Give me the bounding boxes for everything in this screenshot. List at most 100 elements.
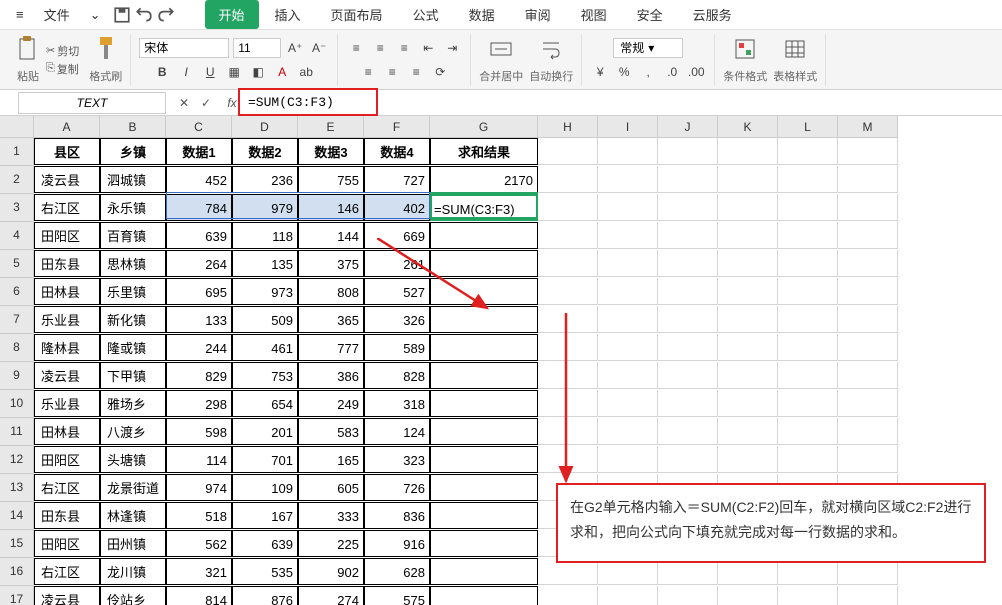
table-row[interactable]: 118 bbox=[232, 222, 298, 249]
table-row[interactable]: 386 bbox=[298, 362, 364, 389]
cell[interactable] bbox=[658, 418, 718, 445]
merge-center-icon[interactable] bbox=[489, 35, 513, 63]
cell[interactable] bbox=[598, 586, 658, 605]
cell[interactable] bbox=[718, 166, 778, 193]
row-header[interactable]: 3 bbox=[0, 194, 34, 222]
table-row[interactable]: 田阳区 bbox=[34, 446, 100, 473]
table-row[interactable]: 124 bbox=[364, 418, 430, 445]
table-row[interactable] bbox=[430, 334, 538, 361]
table-row[interactable]: 八渡乡 bbox=[100, 418, 166, 445]
chevron-down-icon[interactable]: ⌄ bbox=[82, 3, 109, 27]
cell[interactable] bbox=[838, 194, 898, 221]
table-row[interactable]: 头塘镇 bbox=[100, 446, 166, 473]
number-format-select[interactable]: 常规▾ bbox=[613, 38, 683, 58]
table-row[interactable]: 2170 bbox=[430, 166, 538, 193]
table-row[interactable]: 田东县 bbox=[34, 250, 100, 277]
row-header[interactable]: 16 bbox=[0, 558, 34, 586]
cell[interactable] bbox=[598, 222, 658, 249]
table-row[interactable]: 乐业县 bbox=[34, 306, 100, 333]
cell[interactable] bbox=[598, 138, 658, 165]
cell[interactable] bbox=[658, 446, 718, 473]
column-header[interactable]: L bbox=[778, 116, 838, 138]
table-row[interactable]: 133 bbox=[166, 306, 232, 333]
table-row[interactable]: 凌云县 bbox=[34, 362, 100, 389]
copy-button[interactable]: ⎘复制 bbox=[46, 61, 79, 77]
table-row[interactable]: 979 bbox=[232, 194, 298, 221]
cell[interactable] bbox=[538, 250, 598, 277]
table-row[interactable]: 527 bbox=[364, 278, 430, 305]
table-row[interactable]: 永乐镇 bbox=[100, 194, 166, 221]
table-row[interactable]: 535 bbox=[232, 558, 298, 585]
table-row[interactable]: 百育镇 bbox=[100, 222, 166, 249]
column-header[interactable]: B bbox=[100, 116, 166, 138]
auto-wrap-icon[interactable] bbox=[539, 35, 563, 63]
table-row[interactable]: 乐里镇 bbox=[100, 278, 166, 305]
table-row[interactable]: 201 bbox=[232, 418, 298, 445]
table-row[interactable]: 575 bbox=[364, 586, 430, 605]
border-button[interactable]: ▦ bbox=[224, 62, 244, 82]
cell[interactable] bbox=[778, 334, 838, 361]
table-row[interactable]: 244 bbox=[166, 334, 232, 361]
cell[interactable] bbox=[778, 166, 838, 193]
table-row[interactable]: 隆或镇 bbox=[100, 334, 166, 361]
table-row[interactable]: 654 bbox=[232, 390, 298, 417]
cell[interactable] bbox=[658, 250, 718, 277]
align-right-icon[interactable]: ≡ bbox=[406, 62, 426, 82]
fx-icon[interactable]: fx bbox=[222, 93, 242, 113]
cell[interactable] bbox=[838, 586, 898, 605]
table-header[interactable]: 数据1 bbox=[166, 138, 232, 165]
ribbon-tab-8[interactable]: 云服务 bbox=[679, 0, 746, 29]
column-header[interactable]: C bbox=[166, 116, 232, 138]
column-header[interactable]: H bbox=[538, 116, 598, 138]
table-row[interactable]: 669 bbox=[364, 222, 430, 249]
table-row[interactable]: 808 bbox=[298, 278, 364, 305]
table-header[interactable]: 数据3 bbox=[298, 138, 364, 165]
bold-button[interactable]: B bbox=[152, 62, 172, 82]
table-row[interactable]: 龙川镇 bbox=[100, 558, 166, 585]
cell[interactable] bbox=[718, 334, 778, 361]
table-row[interactable] bbox=[430, 278, 538, 305]
cell[interactable] bbox=[838, 418, 898, 445]
table-row[interactable]: 726 bbox=[364, 474, 430, 501]
cell[interactable] bbox=[538, 334, 598, 361]
table-header[interactable]: 乡镇 bbox=[100, 138, 166, 165]
cell[interactable] bbox=[778, 194, 838, 221]
table-row[interactable]: 274 bbox=[298, 586, 364, 605]
table-row[interactable]: 新化镇 bbox=[100, 306, 166, 333]
table-row[interactable]: 林逢镇 bbox=[100, 502, 166, 529]
cell[interactable] bbox=[538, 138, 598, 165]
table-row[interactable] bbox=[430, 390, 538, 417]
column-header[interactable]: G bbox=[430, 116, 538, 138]
cell[interactable] bbox=[838, 362, 898, 389]
cell[interactable] bbox=[598, 418, 658, 445]
cell[interactable] bbox=[838, 166, 898, 193]
table-row[interactable]: 龙景街道 bbox=[100, 474, 166, 501]
table-row[interactable]: 727 bbox=[364, 166, 430, 193]
conditional-format-icon[interactable] bbox=[733, 35, 757, 63]
indent-decrease-icon[interactable]: ⇤ bbox=[418, 38, 438, 58]
cell[interactable] bbox=[778, 586, 838, 605]
table-row[interactable]: 泗城镇 bbox=[100, 166, 166, 193]
table-row[interactable] bbox=[430, 474, 538, 501]
table-row[interactable]: 828 bbox=[364, 362, 430, 389]
table-row[interactable] bbox=[430, 362, 538, 389]
table-row[interactable]: 589 bbox=[364, 334, 430, 361]
cell[interactable] bbox=[658, 222, 718, 249]
row-header[interactable]: 5 bbox=[0, 250, 34, 278]
cell[interactable] bbox=[718, 250, 778, 277]
font-size-select[interactable] bbox=[233, 38, 281, 58]
table-row[interactable]: 田阳区 bbox=[34, 222, 100, 249]
indent-increase-icon[interactable]: ⇥ bbox=[442, 38, 462, 58]
table-style-icon[interactable] bbox=[783, 35, 807, 63]
table-row[interactable]: 701 bbox=[232, 446, 298, 473]
cell[interactable] bbox=[658, 278, 718, 305]
cell[interactable] bbox=[838, 334, 898, 361]
row-header[interactable]: 10 bbox=[0, 390, 34, 418]
ribbon-tab-7[interactable]: 安全 bbox=[623, 0, 677, 29]
table-row[interactable]: 田东县 bbox=[34, 502, 100, 529]
column-header[interactable]: E bbox=[298, 116, 364, 138]
cell[interactable] bbox=[598, 362, 658, 389]
ribbon-tab-3[interactable]: 公式 bbox=[399, 0, 453, 29]
cell[interactable] bbox=[538, 390, 598, 417]
table-row[interactable]: 784 bbox=[166, 194, 232, 221]
